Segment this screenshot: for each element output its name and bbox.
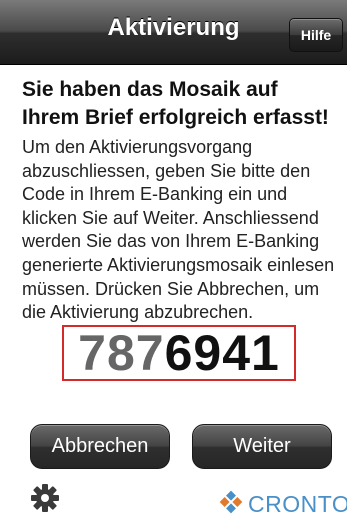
cronto-logo-icon [218,489,244,520]
cancel-button[interactable]: Abbrechen [30,424,170,469]
activation-code-prefix: 787 [78,325,165,381]
brand-name: CRONTO [248,490,347,517]
cronto-brand: CRONTO [218,490,347,518]
next-button[interactable]: Weiter [192,424,332,469]
activation-code-suffix: 6941 [164,325,280,381]
help-button[interactable]: Hilfe [289,18,343,52]
activation-code-box: 7876941 [62,325,296,381]
instructions-text: Um den Aktivierungsvorgang abzuschliesse… [22,137,335,323]
headline: Sie haben das Mosaik auf Ihrem Brief erf… [22,78,329,129]
nav-bar: Aktivierung Hilfe [0,0,347,65]
gear-icon[interactable] [30,483,60,513]
